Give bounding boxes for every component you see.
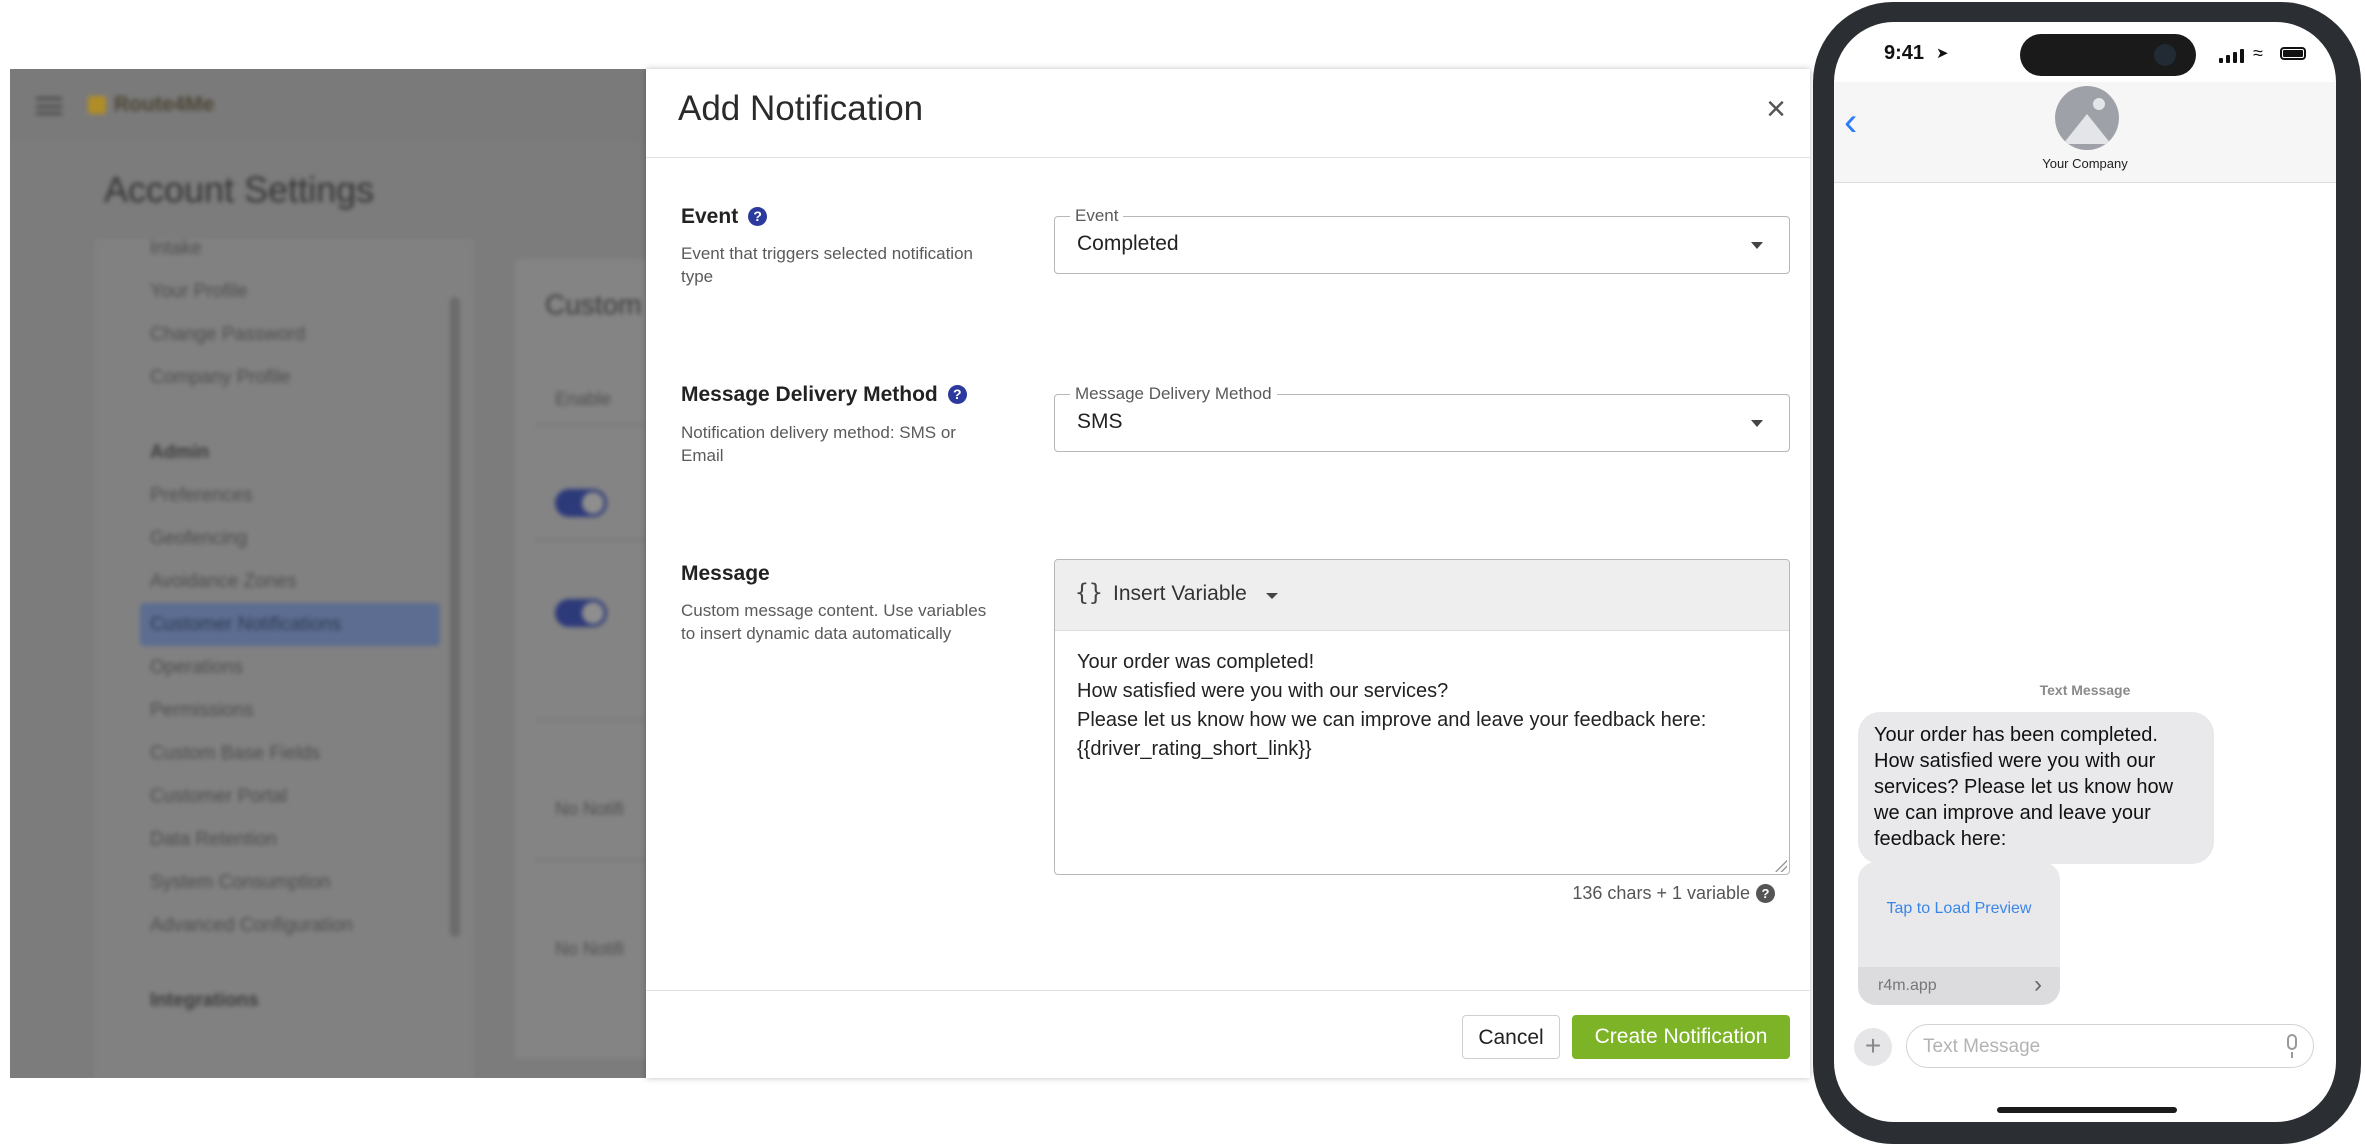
char-count: 136 chars + 1 variable bbox=[1572, 883, 1750, 903]
back-icon[interactable]: ‹ bbox=[1844, 102, 1857, 142]
event-select[interactable]: Event Completed bbox=[1054, 206, 1790, 274]
status-time: 9:41 bbox=[1884, 42, 1925, 64]
input-placeholder: Text Message bbox=[1923, 1036, 2041, 1057]
create-notification-button[interactable]: Create Notification bbox=[1572, 1015, 1790, 1059]
content-title: Custom bbox=[545, 289, 642, 320]
event-section-label: Event? bbox=[681, 205, 768, 229]
message-textarea[interactable]: Your order was completed! How satisfied … bbox=[1077, 648, 1706, 764]
signal-icon bbox=[2219, 49, 2245, 63]
phone-preview: 9:41 ➤ ≈ ‹ Your Company Text Message You… bbox=[1811, 0, 2365, 1146]
delivery-method-select[interactable]: Message Delivery Method SMS bbox=[1054, 384, 1790, 452]
message-description: Custom message content. Use variables to… bbox=[681, 601, 987, 643]
message-section-label: Message bbox=[681, 562, 770, 585]
modal-title: Add Notification bbox=[678, 89, 924, 128]
delivery-section-label: Message Delivery Method? bbox=[681, 383, 967, 407]
chevron-right-icon: › bbox=[2034, 971, 2042, 998]
wifi-icon: ≈ bbox=[2253, 43, 2263, 63]
sidebar-item: Geofencing bbox=[150, 528, 248, 549]
sidebar-scrollbar bbox=[450, 297, 460, 937]
sidebar-item: Preferences bbox=[150, 485, 253, 506]
help-icon[interactable]: ? bbox=[748, 207, 768, 226]
table-row: No Notifi bbox=[555, 799, 625, 819]
app-logo: Route4Me bbox=[88, 93, 214, 117]
home-indicator bbox=[1997, 1107, 2177, 1113]
dynamic-island bbox=[2020, 34, 2196, 76]
conversation-header: ‹ Your Company bbox=[1834, 82, 2336, 183]
sidebar-item: Advanced Configuration bbox=[150, 915, 353, 936]
help-icon[interactable]: ? bbox=[947, 385, 967, 404]
event-field-label: Event bbox=[1070, 206, 1124, 226]
sidebar-item: Avoidance Zones bbox=[150, 571, 297, 592]
enable-toggle bbox=[555, 599, 607, 627]
table-row: No Notifi bbox=[555, 939, 625, 959]
cancel-button[interactable]: Cancel bbox=[1462, 1015, 1560, 1059]
help-icon[interactable]: ? bbox=[1756, 884, 1775, 903]
sidebar-item: Intake bbox=[150, 238, 202, 259]
sidebar-item: Change Password bbox=[150, 324, 306, 345]
sidebar-item: Customer Portal bbox=[150, 786, 288, 807]
link-preview[interactable]: Tap to Load Preview r4m.app › bbox=[1858, 862, 2060, 1005]
location-icon: ➤ bbox=[1936, 45, 1949, 62]
event-description: Event that triggers selected notificatio… bbox=[681, 244, 973, 286]
settings-menu: Intake Your Profile Change Password Comp… bbox=[140, 227, 440, 1022]
text-message-input[interactable]: Text Message bbox=[1906, 1024, 2314, 1068]
modal-header: Add Notification × bbox=[646, 69, 1810, 158]
sidebar-item: System Consumption bbox=[150, 872, 331, 893]
add-notification-modal: Add Notification × Event? Event that tri… bbox=[646, 69, 1810, 1078]
delivery-label: Message Delivery Method bbox=[681, 383, 938, 406]
image-placeholder-icon bbox=[2093, 98, 2105, 110]
braces-icon: {} bbox=[1075, 580, 1103, 606]
chevron-down-icon bbox=[1266, 593, 1278, 599]
chevron-down-icon bbox=[1751, 420, 1763, 427]
chevron-down-icon bbox=[1751, 242, 1763, 249]
message-type-label: Text Message bbox=[2039, 682, 2131, 698]
avatar[interactable] bbox=[2055, 86, 2119, 150]
sidebar-item: Your Profile bbox=[150, 281, 248, 302]
message-bubble: Your order has been completed. How satis… bbox=[1858, 712, 2214, 864]
page-title: Account Settings bbox=[104, 169, 375, 210]
delivery-description: Notification delivery method: SMS or Ema… bbox=[681, 423, 956, 465]
tap-to-load-preview[interactable]: Tap to Load Preview bbox=[1858, 900, 2060, 918]
insert-variable-button[interactable]: Insert Variable bbox=[1113, 582, 1247, 606]
resize-handle-icon[interactable] bbox=[1775, 860, 1787, 872]
phone-screen: 9:41 ➤ ≈ ‹ Your Company Text Message You… bbox=[1834, 22, 2336, 1122]
link-preview-footer: r4m.app › bbox=[1858, 967, 2060, 1005]
menu-icon bbox=[36, 97, 62, 115]
sidebar-item-active: Customer Notifications bbox=[140, 603, 440, 646]
sidebar-item: Company Profile bbox=[150, 367, 291, 388]
event-value: Completed bbox=[1077, 232, 1179, 255]
enable-toggle bbox=[555, 489, 607, 517]
sidebar-item: Operations bbox=[150, 657, 243, 678]
plus-icon[interactable]: + bbox=[1854, 1028, 1892, 1066]
sidebar-section: Admin bbox=[150, 442, 210, 463]
battery-icon bbox=[2280, 47, 2306, 60]
sidebar-item: Permissions bbox=[150, 700, 254, 721]
contact-name: Your Company bbox=[2042, 156, 2128, 171]
sidebar-item: Custom Base Fields bbox=[150, 743, 321, 764]
event-label: Event bbox=[681, 205, 739, 228]
footer-divider bbox=[646, 990, 1810, 991]
table-header: Enable bbox=[555, 389, 612, 409]
sidebar-section: Integrations bbox=[150, 990, 259, 1011]
delivery-field-label: Message Delivery Method bbox=[1070, 384, 1277, 404]
insert-variable-toolbar: {} Insert Variable bbox=[1055, 560, 1789, 631]
delivery-value: SMS bbox=[1077, 410, 1123, 433]
link-domain: r4m.app bbox=[1878, 977, 1937, 994]
sidebar-item: Data Retention bbox=[150, 829, 277, 850]
message-editor: {} Insert Variable Your order was comple… bbox=[1054, 559, 1790, 875]
close-icon[interactable]: × bbox=[1758, 91, 1794, 127]
microphone-icon[interactable] bbox=[2287, 1034, 2297, 1058]
